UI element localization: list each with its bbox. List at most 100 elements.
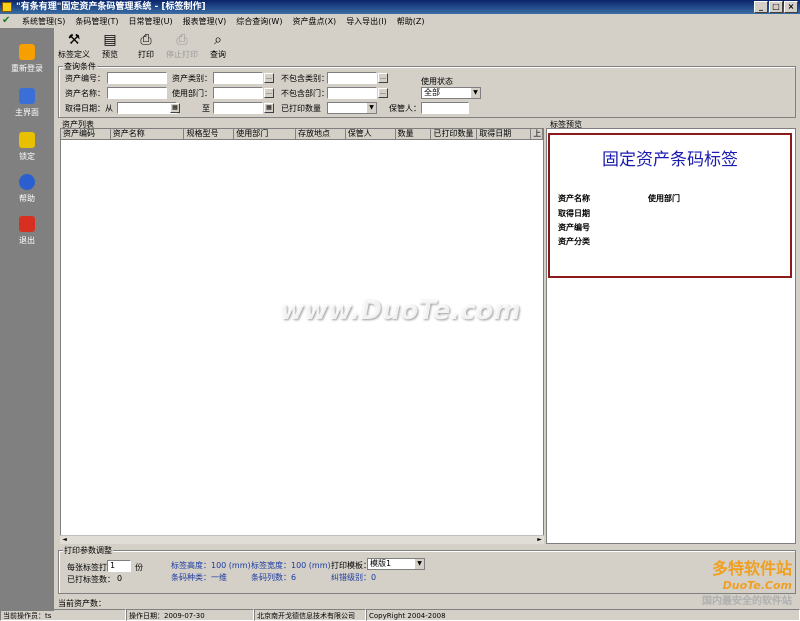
- watermark-cn: 多特软件站: [711, 559, 792, 578]
- printed-count-select[interactable]: ▼: [327, 102, 377, 114]
- label-field-asset-no: 资产编号: [558, 223, 590, 232]
- use-dept-input[interactable]: [213, 87, 263, 99]
- lock-icon: [19, 132, 35, 148]
- login-icon: [19, 44, 35, 60]
- current-assets-label: 当前资产数：: [58, 599, 106, 608]
- menu-reports[interactable]: 报表管理(V): [183, 16, 227, 27]
- window-title: "有条有理"固定资产条码管理系统 - [标签制作]: [16, 2, 206, 12]
- sidebar-item-relogin[interactable]: 重新登录: [0, 44, 54, 74]
- asset-table[interactable]: 资产编码 资产名称 规格型号 使用部门 存放地点 保管人 数量 已打印数量 取得…: [60, 128, 544, 544]
- minimize-button[interactable]: _: [754, 1, 768, 13]
- print-button[interactable]: ⎙ 打印: [128, 32, 164, 60]
- label-field-use-dept: 使用部门: [648, 194, 680, 203]
- menu-barcode[interactable]: 条码管理(T): [75, 16, 118, 27]
- barcode-type: 条码种类：一维: [171, 573, 227, 582]
- ellipsis-icon[interactable]: …: [378, 73, 388, 83]
- use-status-value: 全部: [424, 88, 440, 97]
- exclude-category-input[interactable]: [327, 72, 377, 84]
- exclude-dept-input[interactable]: [327, 87, 377, 99]
- watermark-sub: 国内最安全的软件站: [702, 596, 792, 607]
- asset-name-label: 资产名称：: [65, 89, 105, 98]
- calendar-icon[interactable]: ▦: [170, 103, 180, 113]
- column-header[interactable]: 存放地点: [296, 129, 346, 139]
- per-label-input[interactable]: 1: [107, 560, 131, 572]
- per-label-unit: 份: [135, 563, 143, 572]
- query-group: 查询条件 资产编号： 资产名称： 取得日期：从 ▦ 资产类别： … 使用部门： …: [58, 61, 796, 118]
- query-title: 查询条件: [63, 61, 97, 72]
- preview-icon: ▤: [103, 32, 117, 48]
- sidebar-item-label: 帮助: [19, 194, 35, 203]
- exclude-category-label: 不包含类别：: [281, 74, 329, 83]
- watermark-en: DuoTe.Com: [722, 579, 792, 592]
- menu-import-export[interactable]: 导入导出(I): [346, 16, 387, 27]
- label-define-button[interactable]: ⚒ 标签定义: [56, 32, 92, 60]
- print-template-select[interactable]: 模版1 ▼: [367, 558, 425, 570]
- column-header[interactable]: 数量: [396, 129, 432, 139]
- ellipsis-icon[interactable]: …: [264, 88, 274, 98]
- ellipsis-icon[interactable]: …: [264, 73, 274, 83]
- menu-query[interactable]: 综合查询(W): [236, 16, 282, 27]
- status-date: 操作日期：2009-07-30: [126, 609, 254, 621]
- print-params-group: 打印参数调整 每张标签打 1 份 已打标签数： 0 标签高度：100 (mm) …: [58, 545, 796, 594]
- horizontal-scrollbar[interactable]: ◄ ►: [60, 535, 544, 544]
- calendar-icon[interactable]: ▦: [264, 103, 274, 113]
- sidebar-item-exit[interactable]: 退出: [0, 216, 54, 246]
- sidebar-item-help[interactable]: 帮助: [0, 174, 54, 204]
- keeper-input[interactable]: [421, 102, 469, 114]
- label-preview-card: 固定资产条码标签 资产名称 使用部门 取得日期 资产编号 资产分类: [548, 133, 792, 278]
- column-header[interactable]: 资产名称: [111, 129, 185, 139]
- column-header[interactable]: 保管人: [346, 129, 396, 139]
- maximize-button[interactable]: □: [769, 1, 783, 13]
- label-field-get-date: 取得日期: [558, 209, 590, 218]
- menu-help[interactable]: 帮助(Z): [397, 16, 425, 27]
- app-icon: [2, 2, 12, 12]
- label-width: 标签宽度：100 (mm): [251, 561, 331, 570]
- menu-bar: ✔ 系统管理(S) 条码管理(T) 日常管理(U) 报表管理(V) 综合查询(W…: [0, 14, 800, 28]
- chevron-down-icon: ▼: [415, 559, 424, 569]
- menu-system[interactable]: 系统管理(S): [22, 16, 65, 27]
- status-company: 北京南开戈德信息技术有限公司: [254, 609, 366, 621]
- error-level: 纠错级别：0: [331, 573, 377, 582]
- column-header[interactable]: 取得日期: [477, 129, 532, 139]
- search-button[interactable]: ⌕ 查询: [200, 32, 236, 60]
- printed-count-label: 已打印数量: [281, 104, 321, 113]
- column-header[interactable]: 资产编码: [61, 129, 111, 139]
- table-header: 资产编码 资产名称 规格型号 使用部门 存放地点 保管人 数量 已打印数量 取得…: [61, 129, 543, 140]
- label-heading: 固定资产条码标签: [602, 150, 738, 170]
- sidebar-item-label: 退出: [19, 236, 35, 245]
- sidebar-item-home[interactable]: 主界面: [0, 88, 54, 118]
- printer-icon: ⎙: [140, 32, 152, 48]
- toolbar-label: 标签定义: [58, 50, 90, 59]
- exit-icon: [19, 216, 35, 232]
- status-bar: 当前操作员：ts 操作日期：2009-07-30 北京南开戈德信息技术有限公司 …: [0, 609, 800, 621]
- asset-name-input[interactable]: [107, 87, 167, 99]
- scroll-left-icon[interactable]: ◄: [60, 536, 69, 544]
- print-template-label: 打印模板：: [331, 561, 371, 570]
- use-status-label: 使用状态: [421, 77, 453, 86]
- home-icon: [19, 88, 35, 104]
- column-header[interactable]: 已打印数量: [431, 129, 478, 139]
- stop-print-button[interactable]: ⎙ 停止打印: [164, 32, 200, 60]
- tools-icon: ⚒: [67, 32, 81, 48]
- column-header[interactable]: 规格型号: [184, 129, 235, 139]
- column-header[interactable]: 使用部门: [234, 129, 297, 139]
- asset-no-input[interactable]: [107, 72, 167, 84]
- asset-no-label: 资产编号：: [65, 74, 105, 83]
- column-header[interactable]: 上: [531, 129, 543, 139]
- use-status-select[interactable]: 全部 ▼: [421, 87, 481, 99]
- sidebar-item-lock[interactable]: 锁定: [0, 132, 54, 162]
- menu-daily[interactable]: 日常管理(U): [128, 16, 172, 27]
- search-icon: ⌕: [214, 32, 222, 48]
- ellipsis-icon[interactable]: …: [378, 88, 388, 98]
- close-button[interactable]: ×: [784, 1, 798, 13]
- scroll-right-icon[interactable]: ►: [535, 536, 544, 544]
- checkmark-icon: ✔: [2, 15, 11, 26]
- print-params-title: 打印参数调整: [63, 545, 113, 556]
- asset-category-input[interactable]: [213, 72, 263, 84]
- date-from-input[interactable]: [117, 102, 177, 114]
- preview-button[interactable]: ▤ 预览: [92, 32, 128, 60]
- status-operator: 当前操作员：ts: [0, 609, 126, 621]
- date-to-input[interactable]: [213, 102, 263, 114]
- use-dept-label: 使用部门：: [172, 89, 212, 98]
- menu-inventory[interactable]: 资产盘点(X): [292, 16, 336, 27]
